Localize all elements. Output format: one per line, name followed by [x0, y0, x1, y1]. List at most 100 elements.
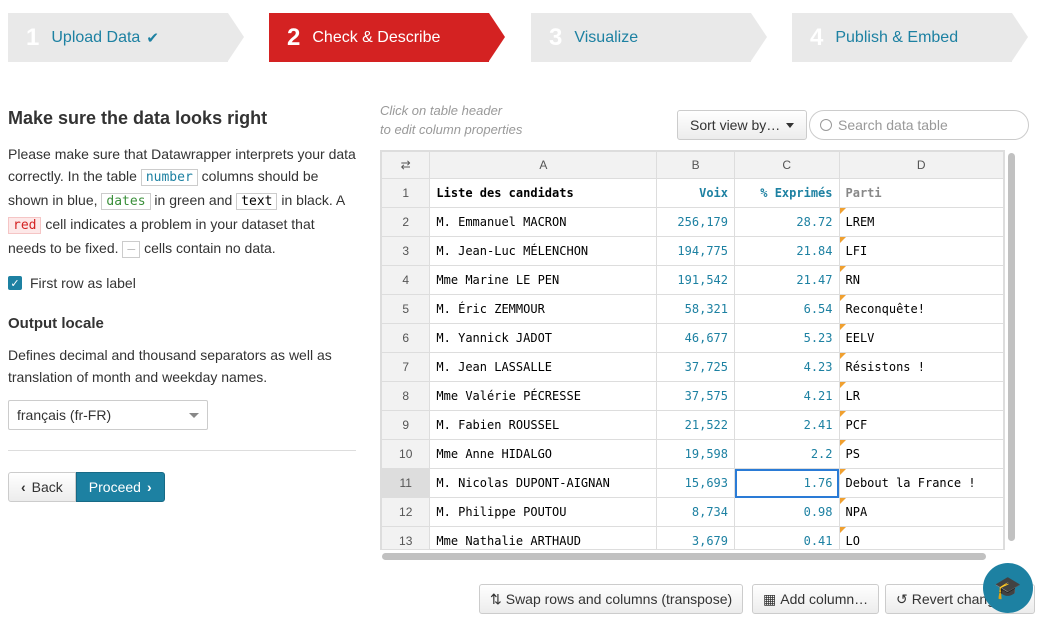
cell[interactable]: Reconquête! — [838, 294, 1004, 324]
table-row: 12 M. Philippe POUTOU 8,734 0.98 NPA — [381, 497, 1004, 527]
cell[interactable]: Mme Valérie PÉCRESSE — [429, 381, 658, 411]
column-header-a[interactable]: A — [429, 151, 658, 179]
empty-sample: – — [122, 241, 141, 258]
transpose-button[interactable]: ⇅ Swap rows and columns (transpose) — [479, 584, 744, 614]
cell[interactable]: Mme Nathalie ARTHAUD — [429, 526, 658, 549]
column-header-c[interactable]: C — [734, 151, 840, 179]
cell[interactable]: 28.72 — [734, 207, 840, 237]
cell[interactable]: LFI — [838, 236, 1004, 266]
cell[interactable]: Mme Anne HIDALGO — [429, 439, 658, 469]
cell[interactable]: 15,693 — [656, 468, 735, 498]
row-number: 9 — [381, 410, 431, 440]
cell[interactable]: LO — [838, 526, 1004, 549]
cell[interactable]: Mme Marine LE PEN — [429, 265, 658, 295]
step-visualize[interactable]: 3 Visualize — [531, 13, 767, 62]
cell[interactable]: M. Emmanuel MACRON — [429, 207, 658, 237]
cell[interactable]: LREM — [838, 207, 1004, 237]
sort-view-button[interactable]: Sort view by… — [677, 110, 808, 140]
cell[interactable]: 58,321 — [656, 294, 735, 324]
cell[interactable]: NPA — [838, 497, 1004, 527]
cell[interactable]: 4.23 — [734, 352, 840, 382]
table-row: 5 M. Éric ZEMMOUR 58,321 6.54 Reconquête! — [381, 294, 1004, 324]
transpose-corner-icon[interactable]: ⇄ — [381, 151, 431, 179]
undo-icon: ↺ — [896, 590, 908, 607]
help-graduation-cap-icon[interactable]: 🎓 — [983, 563, 1033, 613]
first-row-label-checkbox[interactable]: ✓ First row as label — [8, 275, 356, 291]
cell[interactable]: PS — [838, 439, 1004, 469]
swap-icon: ⇅ — [490, 590, 502, 607]
search-input[interactable]: Search data table — [809, 110, 1029, 140]
cell[interactable]: Parti — [838, 178, 1004, 208]
cell[interactable]: 256,179 — [656, 207, 735, 237]
row-number: 4 — [381, 265, 431, 295]
cell[interactable]: 21,522 — [656, 410, 735, 440]
warning-marker-icon — [839, 382, 846, 388]
cell[interactable]: 0.98 — [734, 497, 840, 527]
add-column-label: Add column… — [780, 591, 869, 607]
cell[interactable]: M. Philippe POUTOU — [429, 497, 658, 527]
cell[interactable]: 37,575 — [656, 381, 735, 411]
cell[interactable]: M. Nicolas DUPONT-AIGNAN — [429, 468, 658, 498]
cell[interactable]: M. Jean-Luc MÉLENCHON — [429, 236, 658, 266]
cell[interactable]: 19,598 — [656, 439, 735, 469]
cell[interactable]: M. Fabien ROUSSEL — [429, 410, 658, 440]
cell[interactable]: 3,679 — [656, 526, 735, 549]
cell[interactable]: 2.41 — [734, 410, 840, 440]
cell[interactable]: 194,775 — [656, 236, 735, 266]
cell[interactable]: 191,542 — [656, 265, 735, 295]
cell[interactable]: EELV — [838, 323, 1004, 353]
step-check-describe[interactable]: 2 Check & Describe — [269, 13, 505, 62]
cell-text: LR — [845, 389, 860, 403]
locale-value: français (fr-FR) — [17, 407, 112, 423]
cell[interactable]: 21.47 — [734, 265, 840, 295]
cell[interactable]: 46,677 — [656, 323, 735, 353]
cell[interactable]: 8,734 — [656, 497, 735, 527]
cell[interactable]: Voix — [656, 178, 735, 208]
cell[interactable]: 21.84 — [734, 236, 840, 266]
row-number: 12 — [381, 497, 431, 527]
search-placeholder: Search data table — [838, 117, 948, 133]
step-publish-embed[interactable]: 4 Publish & Embed — [792, 13, 1028, 62]
caret-down-icon — [786, 122, 795, 128]
add-column-button[interactable]: ▦ Add column… — [752, 584, 880, 614]
cell[interactable]: Debout la France ! — [838, 468, 1004, 498]
divider — [8, 450, 356, 451]
vertical-scrollbar[interactable] — [1008, 153, 1015, 541]
column-header-b[interactable]: B — [656, 151, 735, 179]
cell[interactable]: M. Éric ZEMMOUR — [429, 294, 658, 324]
cell[interactable]: % Exprimés — [734, 178, 840, 208]
cell[interactable]: Liste des candidats — [429, 178, 658, 208]
cell[interactable]: LR — [838, 381, 1004, 411]
cell[interactable]: 2.2 — [734, 439, 840, 469]
horizontal-scrollbar[interactable] — [382, 553, 986, 560]
cell[interactable]: RN — [838, 265, 1004, 295]
table-row: 2 M. Emmanuel MACRON 256,179 28.72 LREM — [381, 207, 1004, 237]
cell[interactable]: M. Yannick JADOT — [429, 323, 658, 353]
cell-text: PS — [845, 447, 860, 461]
cell[interactable]: 0.41 — [734, 526, 840, 549]
cell[interactable]: PCF — [838, 410, 1004, 440]
table-row: 1 Liste des candidats Voix% Exprimés Parti — [381, 178, 1004, 208]
row-number: 6 — [381, 323, 431, 353]
cell[interactable]: M. Jean LASSALLE — [429, 352, 658, 382]
table-row: 4 Mme Marine LE PEN 191,542 21.47 RN — [381, 265, 1004, 295]
step-number: 4 — [810, 23, 824, 51]
column-header-d[interactable]: D — [838, 151, 1004, 179]
cell[interactable]: 37,725 — [656, 352, 735, 382]
cell[interactable]: 6.54 — [734, 294, 840, 324]
data-table[interactable]: ⇄ A B C D 1 Liste des candidats Voix% Expr… — [380, 150, 1005, 550]
cell[interactable]: Résistons ! — [838, 352, 1004, 382]
cell[interactable]: 5.23 — [734, 323, 840, 353]
proceed-label: Proceed — [88, 479, 141, 495]
table-row: 6 M. Yannick JADOT 46,677 5.23 EELV — [381, 323, 1004, 353]
proceed-button[interactable]: Proceed › — [75, 472, 165, 502]
back-button[interactable]: ‹ Back — [8, 472, 76, 502]
red-sample: red — [8, 217, 42, 234]
warning-marker-icon — [839, 527, 846, 533]
selected-cell[interactable]: 1.76 — [734, 468, 840, 498]
cell[interactable]: 4.21 — [734, 381, 840, 411]
step-upload-data[interactable]: 1 Upload Data ✔ — [8, 13, 244, 62]
locale-select[interactable]: français (fr-FR) — [8, 400, 208, 430]
cell-text: Reconquête! — [845, 302, 925, 316]
row-number: 7 — [381, 352, 431, 382]
